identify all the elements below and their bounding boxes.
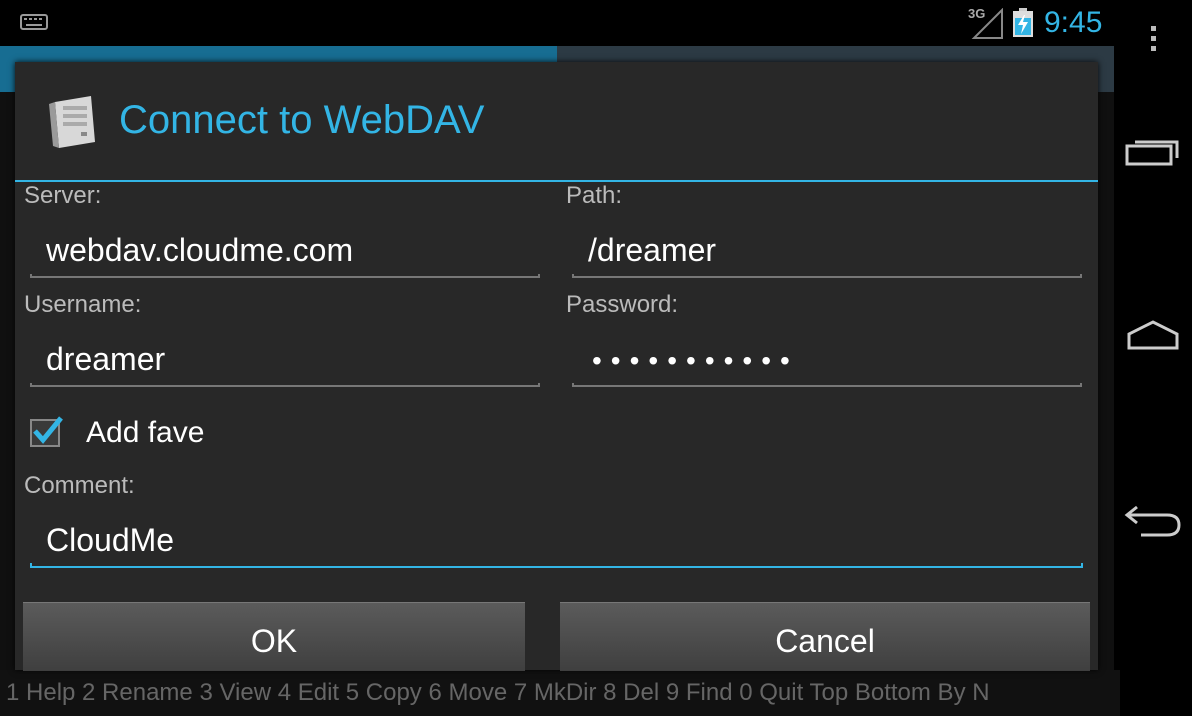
username-label: Username: xyxy=(24,291,142,318)
battery-charging-icon xyxy=(1013,8,1033,37)
comment-field-underline xyxy=(30,563,1083,568)
back-button[interactable] xyxy=(1114,490,1192,550)
path-label: Path: xyxy=(566,182,623,209)
server-label: Server: xyxy=(24,182,102,209)
comment-field[interactable]: CloudMe xyxy=(30,514,1083,568)
signal-3g-icon xyxy=(971,8,1003,39)
background-function-keys: 1 Help 2 Rename 3 View 4 Edit 5 Copy 6 M… xyxy=(0,670,1120,716)
password-label: Password: xyxy=(566,291,679,318)
status-bar: 3G 9:45 xyxy=(0,0,1114,46)
username-value: dreamer xyxy=(46,341,166,377)
back-icon xyxy=(1124,505,1181,537)
home-button[interactable] xyxy=(1114,305,1192,365)
title-divider xyxy=(15,180,1098,182)
path-field-underline xyxy=(572,274,1082,278)
ok-button[interactable]: OK xyxy=(23,602,525,671)
dialog-title: Connect to WebDAV xyxy=(119,98,485,142)
path-field[interactable]: /dreamer xyxy=(572,224,1082,278)
path-value: /dreamer xyxy=(588,232,717,268)
recent-apps-icon xyxy=(1125,140,1179,166)
status-clock: 9:45 xyxy=(1044,6,1103,39)
username-field[interactable]: dreamer xyxy=(30,333,540,387)
overflow-menu-icon xyxy=(1151,26,1156,51)
navigation-bar xyxy=(1114,0,1192,670)
comment-label: Comment: xyxy=(24,472,135,499)
recent-apps-button[interactable] xyxy=(1114,120,1192,180)
server-value: webdav.cloudme.com xyxy=(46,232,354,268)
add-fave-checkbox[interactable] xyxy=(29,414,65,448)
server-field-underline xyxy=(30,274,540,278)
server-field[interactable]: webdav.cloudme.com xyxy=(30,224,540,278)
comment-value: CloudMe xyxy=(46,522,175,558)
password-field[interactable]: ••••••••••• xyxy=(572,333,1082,387)
password-field-underline xyxy=(572,383,1082,387)
password-masked-value: ••••••••••• xyxy=(592,345,799,376)
dialog-header: Connect to WebDAV xyxy=(15,62,1098,180)
username-field-underline xyxy=(30,383,540,387)
home-icon xyxy=(1127,320,1179,350)
keyboard-icon xyxy=(20,14,48,30)
server-icon xyxy=(49,96,95,148)
connect-webdav-dialog: Connect to WebDAV Server: webdav.cloudme… xyxy=(15,62,1098,671)
add-fave-label[interactable]: Add fave xyxy=(86,416,204,450)
overflow-menu-button[interactable] xyxy=(1114,16,1192,60)
cancel-button[interactable]: Cancel xyxy=(560,602,1090,671)
